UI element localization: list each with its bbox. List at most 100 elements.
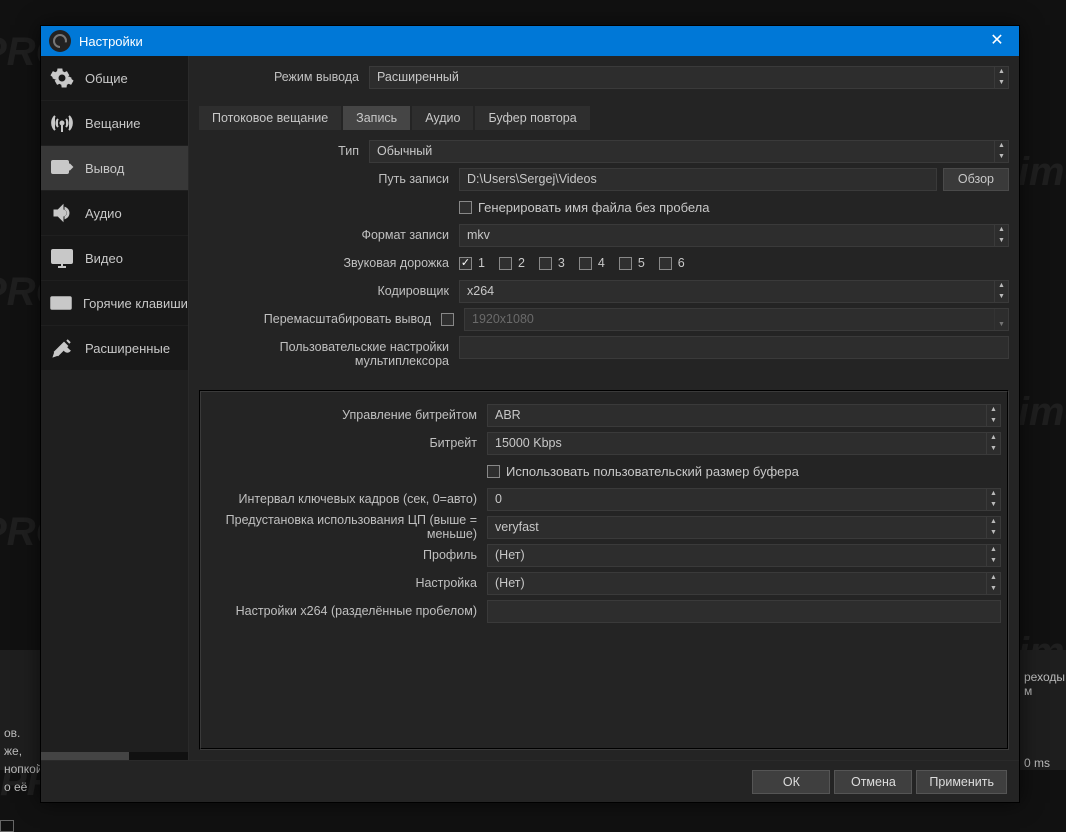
- tools-icon: [49, 335, 75, 361]
- sidebar-item-video[interactable]: Видео: [41, 236, 188, 280]
- sidebar-item-audio[interactable]: Аудио: [41, 191, 188, 235]
- bg-panel-left: ов. же, нопкой о её: [0, 650, 40, 770]
- spinner-icon[interactable]: ▲▼: [986, 432, 1000, 455]
- track-label: 1: [478, 256, 485, 270]
- bitrate-value: 15000 Kbps: [495, 436, 562, 450]
- track-3-checkbox[interactable]: [539, 257, 552, 270]
- format-label: Формат записи: [199, 228, 459, 242]
- apply-button[interactable]: Применить: [916, 770, 1007, 794]
- path-input[interactable]: [459, 168, 937, 191]
- tab-streaming[interactable]: Потоковое вещание: [199, 106, 341, 130]
- track-2-checkbox[interactable]: [499, 257, 512, 270]
- sidebar: Общие Вещание Вывод Аудио Видео Горячие …: [41, 56, 189, 760]
- mux-label: Пользовательские настройки мультиплексор…: [199, 336, 459, 368]
- bg-text: же,: [4, 742, 36, 760]
- bg-panel-right: реходы м 0 ms: [1020, 650, 1066, 770]
- broadcast-icon: [49, 110, 75, 136]
- obs-logo-icon: [49, 30, 71, 52]
- output-mode-select[interactable]: Расширенный ▲▼: [369, 66, 1009, 89]
- nospace-label: Генерировать имя файла без пробела: [478, 200, 710, 215]
- sidebar-scrollbar[interactable]: [41, 752, 188, 760]
- sidebar-item-label: Вывод: [85, 161, 124, 176]
- track-1-checkbox[interactable]: [459, 257, 472, 270]
- spinner-icon[interactable]: ▲▼: [986, 544, 1000, 567]
- spinner-icon[interactable]: ▲▼: [986, 404, 1000, 427]
- spinner-icon[interactable]: ▲▼: [994, 224, 1008, 247]
- sidebar-item-label: Расширенные: [85, 341, 170, 356]
- sidebar-item-label: Аудио: [85, 206, 122, 221]
- spinner-icon[interactable]: ▲▼: [986, 516, 1000, 539]
- track-4-checkbox[interactable]: [579, 257, 592, 270]
- encoder-label: Кодировщик: [199, 284, 459, 298]
- track-label: 5: [638, 256, 645, 270]
- cpu-preset-select[interactable]: veryfast ▲▼: [487, 516, 1001, 539]
- bg-box: [0, 820, 14, 832]
- spinner-icon[interactable]: ▲▼: [986, 488, 1000, 511]
- ok-button[interactable]: ОК: [752, 770, 830, 794]
- rescale-label: Перемасштабировать вывод: [199, 312, 441, 326]
- bg-text: 0 ms: [1024, 756, 1062, 770]
- spinner-icon[interactable]: ▲▼: [994, 66, 1008, 89]
- tune-select[interactable]: (Нет) ▲▼: [487, 572, 1001, 595]
- track-label: 4: [598, 256, 605, 270]
- sidebar-item-advanced[interactable]: Расширенные: [41, 326, 188, 370]
- gear-icon: [49, 65, 75, 91]
- sidebar-item-general[interactable]: Общие: [41, 56, 188, 100]
- sidebar-item-hotkeys[interactable]: Горячие клавиши: [41, 281, 188, 325]
- nospace-checkbox[interactable]: [459, 201, 472, 214]
- mux-input[interactable]: [459, 336, 1009, 359]
- output-tabs: Потоковое вещание Запись Аудио Буфер пов…: [199, 106, 1009, 130]
- type-value: Обычный: [377, 144, 432, 158]
- monitor-icon: [49, 245, 75, 271]
- format-select[interactable]: mkv ▲▼: [459, 224, 1009, 247]
- profile-value: (Нет): [495, 548, 525, 562]
- bg-text: о её: [4, 778, 36, 796]
- encoder-select[interactable]: x264 ▲▼: [459, 280, 1009, 303]
- encoder-value: x264: [467, 284, 494, 298]
- rate-control-select[interactable]: ABR ▲▼: [487, 404, 1001, 427]
- rate-control-label: Управление битрейтом: [207, 408, 487, 422]
- tab-replay-buffer[interactable]: Буфер повтора: [475, 106, 589, 130]
- profile-select[interactable]: (Нет) ▲▼: [487, 544, 1001, 567]
- cpu-preset-label: Предустановка использования ЦП (выше = м…: [207, 513, 487, 541]
- output-mode-value: Расширенный: [377, 70, 459, 84]
- type-select[interactable]: Обычный ▲▼: [369, 140, 1009, 163]
- titlebar[interactable]: Настройки ✕: [41, 26, 1019, 56]
- x264-opts-input[interactable]: [487, 600, 1001, 623]
- track-6-checkbox[interactable]: [659, 257, 672, 270]
- spinner-icon[interactable]: ▲▼: [994, 280, 1008, 303]
- settings-dialog: Настройки ✕ Общие Вещание Вывод Аудио: [40, 25, 1020, 803]
- tab-audio[interactable]: Аудио: [412, 106, 473, 130]
- sidebar-item-output[interactable]: Вывод: [41, 146, 188, 190]
- sidebar-item-label: Горячие клавиши: [83, 296, 188, 311]
- x264-opts-label: Настройки x264 (разделённые пробелом): [207, 604, 487, 618]
- bitrate-input[interactable]: 15000 Kbps ▲▼: [487, 432, 1001, 455]
- sidebar-item-label: Общие: [85, 71, 128, 86]
- output-mode-label: Режим вывода: [199, 70, 369, 84]
- custom-buffer-checkbox[interactable]: [487, 465, 500, 478]
- track-label: 6: [678, 256, 685, 270]
- type-label: Тип: [199, 144, 369, 158]
- audio-tracks: 1 2 3 4 5 6: [459, 256, 685, 270]
- sidebar-item-label: Вещание: [85, 116, 141, 131]
- cancel-button[interactable]: Отмена: [834, 770, 912, 794]
- cpu-preset-value: veryfast: [495, 520, 539, 534]
- chevron-down-icon: ▼: [994, 308, 1008, 331]
- rescale-checkbox[interactable]: [441, 313, 454, 326]
- close-button[interactable]: ✕: [975, 26, 1019, 56]
- keyint-input[interactable]: 0 ▲▼: [487, 488, 1001, 511]
- tune-value: (Нет): [495, 576, 525, 590]
- browse-button[interactable]: Обзор: [943, 168, 1009, 191]
- keyint-value: 0: [495, 492, 502, 506]
- spinner-icon[interactable]: ▲▼: [994, 140, 1008, 163]
- custom-buffer-label: Использовать пользовательский размер буф…: [506, 464, 799, 479]
- keyboard-icon: [49, 290, 73, 316]
- format-value: mkv: [467, 228, 490, 242]
- rescale-select: 1920x1080 ▼: [464, 308, 1009, 331]
- sidebar-item-stream[interactable]: Вещание: [41, 101, 188, 145]
- main-panel: Режим вывода Расширенный ▲▼ Потоковое ве…: [189, 56, 1019, 760]
- track-label: 2: [518, 256, 525, 270]
- spinner-icon[interactable]: ▲▼: [986, 572, 1000, 595]
- tab-recording[interactable]: Запись: [343, 106, 410, 130]
- track-5-checkbox[interactable]: [619, 257, 632, 270]
